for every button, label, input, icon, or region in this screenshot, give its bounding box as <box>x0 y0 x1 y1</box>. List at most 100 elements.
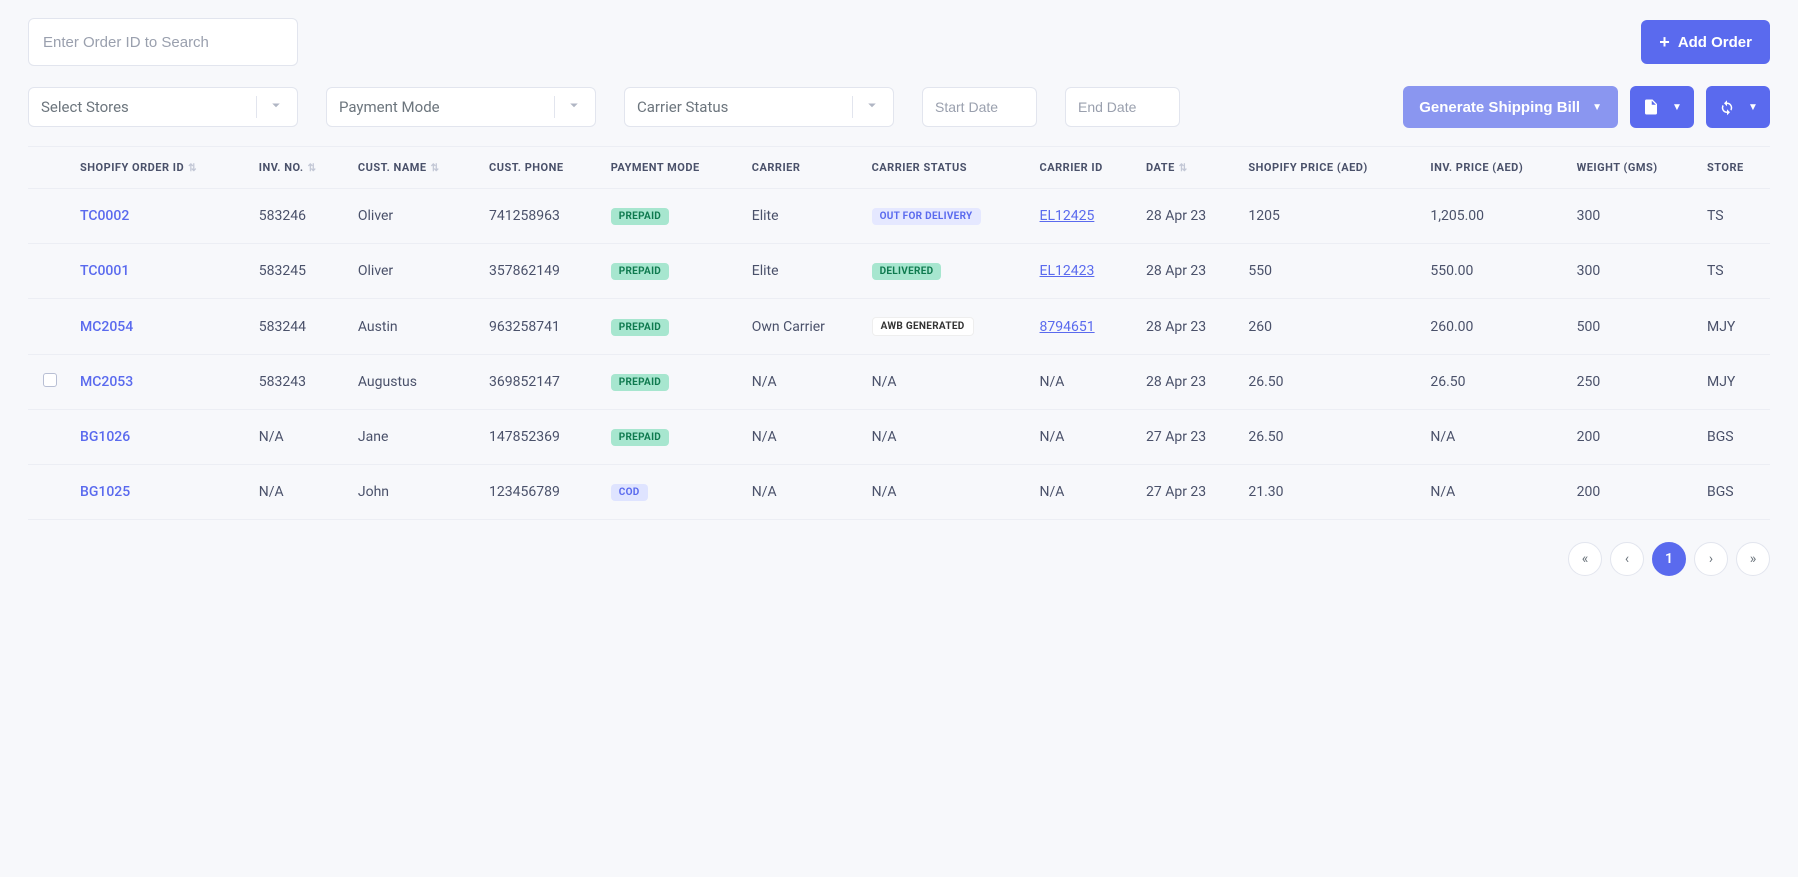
order-id-link[interactable]: TC0002 <box>80 208 129 224</box>
col-weight[interactable]: WEIGHT (GMS) <box>1569 147 1699 189</box>
row-checkbox[interactable] <box>43 373 57 387</box>
table-row: TC0002583246Oliver741258963PREPAIDEliteO… <box>28 189 1770 244</box>
chevron-down-icon <box>863 96 881 118</box>
cell-store: MJY <box>1699 355 1770 410</box>
col-shopify-price[interactable]: SHOPIFY PRICE (AED) <box>1240 147 1422 189</box>
col-order-id[interactable]: SHOPIFY ORDER ID⇅ <box>72 147 251 189</box>
cell-shopify-price: 550 <box>1240 244 1422 299</box>
table-row: BG1026N/AJane147852369PREPAIDN/AN/AN/A27… <box>28 410 1770 465</box>
cell-cust-name: Augustus <box>350 355 481 410</box>
cell-carrier-id: N/A <box>1032 465 1138 520</box>
order-id-link[interactable]: BG1025 <box>80 484 130 500</box>
select-payment-label: Payment Mode <box>339 98 440 116</box>
cell-carrier: N/A <box>744 355 864 410</box>
cell-shopify-price: 21.30 <box>1240 465 1422 520</box>
cell-inv-no: 583244 <box>251 299 350 355</box>
page-first[interactable]: « <box>1568 542 1602 576</box>
cell-inv-no: N/A <box>251 410 350 465</box>
col-date[interactable]: DATE⇅ <box>1138 147 1240 189</box>
order-id-link[interactable]: MC2053 <box>80 374 133 390</box>
cell-inv-price: 260.00 <box>1422 299 1568 355</box>
cell-cust-phone: 741258963 <box>481 189 603 244</box>
col-store[interactable]: STORE <box>1699 147 1770 189</box>
cell-cust-name: Austin <box>350 299 481 355</box>
table-row: TC0001583245Oliver357862149PREPAIDEliteD… <box>28 244 1770 299</box>
cell-cust-phone: 123456789 <box>481 465 603 520</box>
payment-badge: PREPAID <box>611 208 669 225</box>
add-order-label: Add Order <box>1678 34 1752 51</box>
col-inv-no[interactable]: INV. NO.⇅ <box>251 147 350 189</box>
add-order-button[interactable]: + Add Order <box>1641 20 1770 64</box>
cell-inv-price: 1,205.00 <box>1422 189 1568 244</box>
cell-weight: 300 <box>1569 189 1699 244</box>
page-last[interactable]: » <box>1736 542 1770 576</box>
cell-inv-no: 583245 <box>251 244 350 299</box>
cell-inv-price: 26.50 <box>1422 355 1568 410</box>
cell-date: 27 Apr 23 <box>1138 410 1240 465</box>
cell-shopify-price: 26.50 <box>1240 355 1422 410</box>
cell-store: TS <box>1699 189 1770 244</box>
cell-date: 28 Apr 23 <box>1138 299 1240 355</box>
payment-badge: PREPAID <box>611 319 669 336</box>
cell-carrier: Own Carrier <box>744 299 864 355</box>
generate-shipping-label: Generate Shipping Bill <box>1419 99 1580 116</box>
cell-store: BGS <box>1699 465 1770 520</box>
payment-badge: COD <box>611 484 648 501</box>
sort-icon: ⇅ <box>431 163 440 174</box>
carrier-id-link[interactable]: EL12425 <box>1040 208 1095 224</box>
col-payment-mode[interactable]: PAYMENT MODE <box>603 147 744 189</box>
cell-inv-no: 583243 <box>251 355 350 410</box>
col-carrier-status[interactable]: CARRIER STATUS <box>864 147 1032 189</box>
col-carrier-id[interactable]: CARRIER ID <box>1032 147 1138 189</box>
pagination: « ‹ 1 › » <box>28 542 1770 576</box>
select-stores[interactable]: Select Stores <box>28 87 298 127</box>
col-cust-phone[interactable]: CUST. PHONE <box>481 147 603 189</box>
cell-store: TS <box>1699 244 1770 299</box>
page-current[interactable]: 1 <box>1652 542 1686 576</box>
cell-store: MJY <box>1699 299 1770 355</box>
carrier-id-link[interactable]: EL12423 <box>1040 263 1095 279</box>
end-date-input[interactable] <box>1065 87 1180 127</box>
page-prev[interactable]: ‹ <box>1610 542 1644 576</box>
order-id-link[interactable]: BG1026 <box>80 429 130 445</box>
order-id-link[interactable]: MC2054 <box>80 319 133 335</box>
cell-date: 27 Apr 23 <box>1138 465 1240 520</box>
cell-shopify-price: 26.50 <box>1240 410 1422 465</box>
col-inv-price[interactable]: INV. PRICE (AED) <box>1422 147 1568 189</box>
select-stores-label: Select Stores <box>41 98 129 116</box>
cell-cust-name: John <box>350 465 481 520</box>
payment-badge: PREPAID <box>611 429 669 446</box>
carrier-id-link[interactable]: 8794651 <box>1040 319 1095 335</box>
order-id-link[interactable]: TC0001 <box>80 263 129 279</box>
sort-icon: ⇅ <box>308 163 317 174</box>
cell-cust-phone: 963258741 <box>481 299 603 355</box>
search-input[interactable] <box>28 18 298 66</box>
cell-weight: 500 <box>1569 299 1699 355</box>
sort-icon: ⇅ <box>188 163 197 174</box>
cell-inv-no: N/A <box>251 465 350 520</box>
generate-shipping-bill-button[interactable]: Generate Shipping Bill ▼ <box>1403 86 1618 128</box>
table-row: MC2053583243Augustus369852147PREPAIDN/AN… <box>28 355 1770 410</box>
col-cust-name[interactable]: CUST. NAME⇅ <box>350 147 481 189</box>
cell-carrier-status: N/A <box>864 355 1032 410</box>
export-button[interactable]: ▼ <box>1630 86 1694 128</box>
cell-inv-price: N/A <box>1422 410 1568 465</box>
payment-badge: PREPAID <box>611 374 669 391</box>
select-payment-mode[interactable]: Payment Mode <box>326 87 596 127</box>
table-row: MC2054 583244Austin963258741 PREPAID Own Ca… <box>28 299 1770 355</box>
cell-cust-name: Jane <box>350 410 481 465</box>
col-carrier[interactable]: CARRIER <box>744 147 864 189</box>
page-next[interactable]: › <box>1694 542 1728 576</box>
cell-shopify-price: 1205 <box>1240 189 1422 244</box>
payment-badge: PREPAID <box>611 263 669 280</box>
start-date-input[interactable] <box>922 87 1037 127</box>
cell-carrier: Elite <box>744 189 864 244</box>
carrier-status-badge: AWB GENERATED <box>872 317 974 336</box>
plus-icon: + <box>1659 33 1670 51</box>
cell-carrier: N/A <box>744 410 864 465</box>
select-carrier-status[interactable]: Carrier Status <box>624 87 894 127</box>
carrier-status-badge: OUT FOR DELIVERY <box>872 208 981 225</box>
select-carrier-label: Carrier Status <box>637 98 728 116</box>
refresh-button[interactable]: ▼ <box>1706 86 1770 128</box>
cell-cust-phone: 357862149 <box>481 244 603 299</box>
